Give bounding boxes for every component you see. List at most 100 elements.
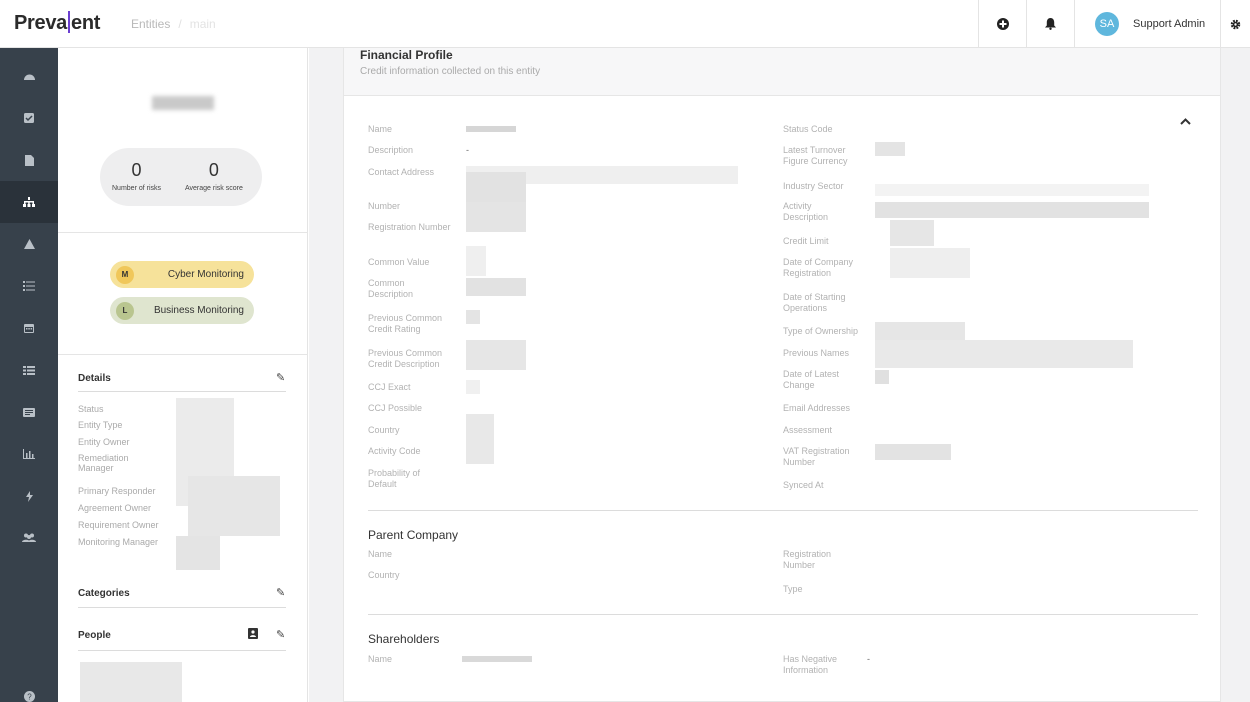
financial-profile-title: Financial Profile	[360, 48, 453, 62]
app-logo[interactable]: Preva ent	[14, 11, 100, 35]
parent-type-label: Type	[783, 584, 803, 594]
nav-analytics[interactable]	[0, 433, 58, 475]
bell-icon	[1045, 18, 1056, 30]
field-prev-common-credit-rating-label: Previous Common Credit Rating	[368, 313, 443, 334]
settings-button[interactable]	[1220, 0, 1250, 48]
cyber-monitoring-badge: M	[116, 265, 134, 284]
nav-documents[interactable]	[0, 139, 58, 181]
field-name-label: Name	[368, 124, 393, 134]
nav-automation[interactable]	[0, 475, 58, 517]
collapse-chevron-icon[interactable]	[1180, 112, 1191, 130]
parent-company-heading: Parent Company	[368, 528, 459, 542]
nav-people[interactable]	[0, 517, 58, 559]
parent-registration-number-label: Registration Number	[783, 549, 832, 570]
value-redacted	[462, 656, 532, 662]
breadcrumb: Entities / main	[131, 17, 216, 31]
details-heading: Details	[78, 373, 111, 384]
field-ccj-exact-label: CCJ Exact	[368, 382, 411, 392]
value-redacted	[875, 202, 1149, 218]
people-divider	[78, 650, 286, 651]
edit-people-icon[interactable]: ✎	[276, 628, 285, 641]
value-redacted	[466, 380, 480, 394]
value-redacted	[875, 184, 1149, 196]
nav-list[interactable]	[0, 349, 58, 391]
field-credit-limit-label: Credit Limit	[783, 236, 829, 246]
help-icon: ?	[23, 691, 35, 702]
field-email-addresses-label: Email Addresses	[783, 403, 851, 413]
business-monitoring-badge: L	[116, 301, 134, 320]
main-content: Financial Profile Credit information col…	[309, 48, 1250, 702]
value-redacted	[466, 202, 526, 232]
detail-requirement-owner-label: Requirement Owner	[78, 520, 159, 530]
nav-task-list[interactable]	[0, 265, 58, 307]
categories-heading: Categories	[78, 588, 130, 599]
value-redacted	[875, 322, 965, 340]
user-menu[interactable]: SA Support Admin	[1074, 0, 1220, 48]
financial-profile-header: Financial Profile Credit information col…	[344, 48, 1220, 96]
risk-count-value: 0	[131, 160, 142, 180]
parent-name-label: Name	[368, 549, 393, 559]
dashboard-icon	[23, 74, 35, 80]
field-synced-at-label: Synced At	[783, 480, 824, 490]
value-redacted	[875, 142, 905, 156]
nav-help[interactable]: ?	[0, 678, 58, 702]
plus-circle-icon	[996, 18, 1009, 30]
avatar: SA	[1095, 12, 1119, 36]
analytics-icon	[23, 449, 35, 459]
side-nav: ?	[0, 48, 58, 702]
risk-count-label: Number of risks	[112, 185, 162, 192]
field-description-value: -	[466, 145, 469, 155]
detail-agreement-owner-label: Agreement Owner	[78, 503, 152, 513]
field-common-value-label: Common Value	[368, 257, 430, 267]
field-activity-code-label: Activity Code	[368, 446, 421, 456]
avg-risk-score-value: 0	[208, 160, 219, 180]
value-redacted	[466, 310, 480, 324]
nav-calendar[interactable]	[0, 307, 58, 349]
details-values-redacted	[176, 536, 220, 570]
add-button[interactable]	[978, 0, 1026, 48]
divider	[58, 354, 308, 355]
nav-dashboard[interactable]	[0, 55, 58, 97]
user-name: Support Admin	[1133, 18, 1206, 30]
field-description-label: Description	[368, 145, 414, 155]
value-redacted	[875, 340, 1133, 368]
shareholders-heading: Shareholders	[368, 632, 440, 646]
gear-icon	[1230, 19, 1241, 29]
field-latest-turnover-label: Latest Turnover Figure Currency	[783, 145, 848, 166]
nav-tasks[interactable]	[0, 97, 58, 139]
address-book-icon[interactable]	[248, 628, 258, 642]
value-redacted	[890, 248, 970, 278]
shareholder-name-label: Name	[368, 654, 393, 664]
field-status-code-label: Status Code	[783, 124, 833, 134]
check-square-icon	[24, 113, 34, 123]
entity-profile-panel: 0 Number of risks 0 Average risk score M…	[58, 48, 308, 702]
financial-profile-subtitle: Credit information collected on this ent…	[360, 66, 541, 77]
nav-entities[interactable]	[0, 181, 58, 223]
warning-icon	[23, 239, 35, 249]
document-icon	[24, 154, 34, 166]
has-negative-information-label: Has Negative Information	[783, 654, 838, 675]
business-monitoring-label: Business Monitoring	[153, 305, 244, 316]
notifications-button[interactable]	[1026, 0, 1074, 48]
edit-categories-icon[interactable]: ✎	[276, 586, 285, 599]
svg-text:?: ?	[27, 693, 32, 702]
edit-details-icon[interactable]: ✎	[276, 371, 285, 384]
divider	[58, 232, 308, 233]
avg-risk-score-label: Average risk score	[185, 185, 243, 192]
details-divider	[78, 391, 286, 392]
field-registration-number-label: Registration Number	[368, 222, 451, 232]
detail-status-label: Status	[78, 404, 104, 414]
breadcrumb-entities[interactable]: Entities	[131, 17, 170, 31]
value-redacted	[466, 246, 486, 276]
business-monitoring-pill[interactable]: L Business Monitoring	[110, 297, 254, 324]
field-date-starting-operations-label: Date of Starting Operations	[783, 292, 846, 313]
value-redacted	[466, 278, 526, 296]
cyber-monitoring-pill[interactable]: M Cyber Monitoring	[110, 261, 254, 288]
nav-reports[interactable]	[0, 391, 58, 433]
people-heading: People	[78, 630, 111, 641]
nav-risks[interactable]	[0, 223, 58, 265]
cyber-monitoring-label: Cyber Monitoring	[167, 269, 244, 280]
task-list-icon	[23, 281, 35, 291]
detail-entity-owner-label: Entity Owner	[78, 437, 130, 447]
detail-remediation-manager-label: Remediation Manager	[78, 453, 129, 473]
